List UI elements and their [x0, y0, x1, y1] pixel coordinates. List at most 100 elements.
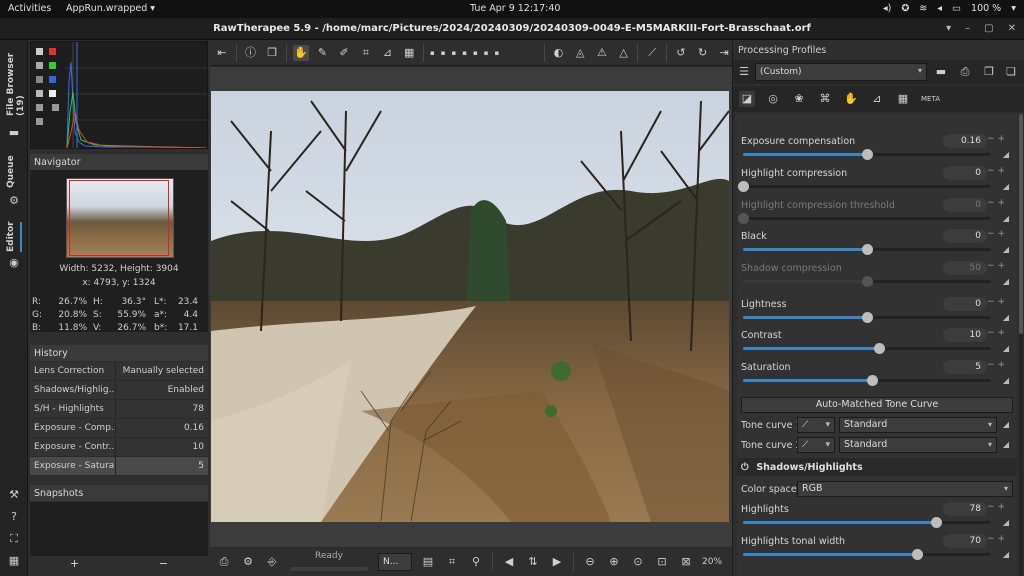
history-row-selected[interactable]: Exposure - Satura... 5: [30, 457, 208, 476]
tab-editor[interactable]: Editor: [6, 221, 22, 252]
histogram-scale-button[interactable]: [36, 104, 43, 111]
minimize-button[interactable]: –: [965, 23, 970, 34]
local-tab-icon[interactable]: ✋: [843, 91, 859, 107]
slider[interactable]: [743, 312, 991, 323]
color-management-icon[interactable]: ▤: [420, 554, 436, 570]
color-tab-icon[interactable]: ❀: [791, 91, 807, 107]
soft-proof-icon[interactable]: ⌗: [444, 554, 460, 570]
value-field[interactable]: 0: [943, 229, 987, 243]
advanced-tab-icon[interactable]: ⌘: [817, 91, 833, 107]
saturation-adjuster[interactable]: Saturation 5 −+ ◢: [741, 358, 1013, 388]
histogram-bar-button[interactable]: [49, 90, 56, 97]
color-picker-icon[interactable]: ▦: [7, 554, 21, 568]
history-header[interactable]: History: [30, 345, 208, 361]
highlights-tonal-width-adjuster[interactable]: Highlights tonal width 70 −+ ◢: [741, 532, 1013, 562]
histogram-green-button[interactable]: [49, 62, 56, 69]
value-field[interactable]: 10: [943, 328, 987, 342]
profile-select[interactable]: (Custom) ▾: [755, 63, 927, 81]
next-image-icon[interactable]: ▶: [549, 554, 565, 570]
slider[interactable]: [743, 343, 991, 354]
fullscreen-icon[interactable]: ⛶: [7, 532, 21, 546]
external-editor-icon[interactable]: ⎆: [264, 554, 280, 570]
send-to-queue-icon[interactable]: ⚙: [240, 554, 256, 570]
highlight-compression-adjuster[interactable]: Highlight compression 0 −+ ◢: [738, 164, 1013, 194]
previous-image-icon[interactable]: ◀: [501, 554, 517, 570]
image-preview-area[interactable]: [210, 67, 732, 547]
remove-snapshot-button[interactable]: −: [119, 556, 208, 574]
tab-file-browser[interactable]: File Browser (19): [6, 46, 26, 116]
shadows-highlights-header[interactable]: ⏻ Shadows/Highlights: [737, 458, 1017, 476]
slider[interactable]: [738, 181, 991, 192]
hand-tool-icon[interactable]: ✋: [292, 44, 309, 61]
zoom-fit-icon[interactable]: ⊡: [654, 554, 670, 570]
stepper[interactable]: −+: [987, 328, 1011, 338]
auto-matched-tone-curve-button[interactable]: Auto-Matched Tone Curve: [741, 397, 1013, 413]
navigator-header[interactable]: Navigator: [30, 154, 208, 170]
rotate-right-icon[interactable]: ↻: [695, 45, 711, 61]
tone-curve-2-type-select[interactable]: Standard ▾: [839, 437, 997, 453]
zoom-in-icon[interactable]: ⊕: [606, 554, 622, 570]
preferences-icon[interactable]: ⚒: [7, 488, 21, 502]
preview-mode-select[interactable]: N...: [378, 553, 412, 571]
reset-icon[interactable]: ◢: [1003, 344, 1009, 353]
clock[interactable]: Tue Apr 9 12:17:40: [470, 3, 560, 14]
color-picker-icon[interactable]: ✐: [336, 45, 352, 61]
black-adjuster[interactable]: Black 0 −+ ◢: [741, 227, 1013, 257]
lightness-adjuster[interactable]: Lightness 0 −+ ◢: [741, 295, 1013, 325]
reset-icon[interactable]: ◢: [1003, 182, 1009, 191]
save-image-icon[interactable]: ⎙: [216, 554, 232, 570]
power-icon[interactable]: ⏻: [741, 462, 753, 473]
contrast-adjuster[interactable]: Contrast 10 −+ ◢: [741, 326, 1013, 356]
hide-right-panel-icon[interactable]: ⇥: [716, 45, 732, 61]
value-field[interactable]: 70: [943, 534, 987, 548]
paste-profile-icon[interactable]: ❏: [1003, 64, 1019, 80]
color-space-select[interactable]: RGB ▾: [797, 481, 1013, 497]
highlight-clip-warning-icon[interactable]: △: [616, 45, 632, 61]
transform-tab-icon[interactable]: ⊿: [869, 91, 885, 107]
shadow-clip-warning-icon[interactable]: ⚠: [594, 45, 610, 61]
histogram-toggle-icon[interactable]: ⟋: [644, 45, 660, 61]
reset-icon[interactable]: ◢: [1003, 440, 1009, 449]
reset-icon[interactable]: ◢: [1003, 420, 1009, 429]
tool-scroll-area[interactable]: Exposure compensation 0.16 −+ ◢ Highligh…: [737, 114, 1017, 576]
snapshots-header[interactable]: Snapshots: [30, 485, 208, 501]
stepper[interactable]: −+: [987, 360, 1011, 370]
histogram-chroma-button[interactable]: [36, 76, 43, 83]
stepper[interactable]: −+: [987, 229, 1011, 239]
copy-profile-icon[interactable]: ❐: [981, 64, 997, 80]
rotate-left-icon[interactable]: ↺: [673, 45, 689, 61]
tone-curve-2-edit-button[interactable]: ⟋ ▾: [797, 437, 835, 453]
hide-left-panel-icon[interactable]: ⇤: [214, 45, 230, 61]
navigator-view-frame[interactable]: [69, 180, 169, 256]
maximize-button[interactable]: ▢: [984, 23, 993, 34]
histogram-type-button[interactable]: [51, 104, 59, 111]
stepper[interactable]: −+: [987, 134, 1011, 144]
histogram-option-button[interactable]: [36, 118, 43, 125]
add-snapshot-button[interactable]: +: [30, 556, 119, 574]
tone-curve-1-edit-button[interactable]: ⟋ ▾: [797, 417, 835, 433]
info-icon[interactable]: ⓘ: [243, 45, 259, 61]
focus-mask-icon[interactable]: ◐: [551, 45, 567, 61]
history-row[interactable]: Exposure - Comp... 0.16: [30, 419, 208, 438]
raw-tab-icon[interactable]: ▦: [895, 91, 911, 107]
slider[interactable]: [743, 375, 991, 386]
aperture-icon[interactable]: ◉: [7, 256, 21, 270]
slider[interactable]: [743, 149, 991, 160]
system-tray[interactable]: ◂) ✪ ≋ ◂ ▭ 100 % ▾: [883, 3, 1016, 14]
stepper[interactable]: −+: [987, 502, 1011, 512]
folder-icon[interactable]: ▬: [7, 126, 21, 140]
minimize-icon[interactable]: ▾: [946, 23, 951, 34]
histogram-mode-button[interactable]: [36, 90, 43, 97]
perspective-icon[interactable]: ▦: [401, 45, 417, 61]
value-field[interactable]: 0: [943, 166, 987, 180]
highlights-adjuster[interactable]: Highlights 78 −+ ◢: [741, 500, 1013, 530]
slider[interactable]: [743, 517, 991, 528]
zoom-100-icon[interactable]: ⊙: [630, 554, 646, 570]
zoom-fit-crop-icon[interactable]: ⊠: [678, 554, 694, 570]
tab-queue[interactable]: Queue: [6, 154, 22, 188]
histogram-blue-button[interactable]: [49, 76, 56, 83]
zoom-out-icon[interactable]: ⊖: [582, 554, 598, 570]
before-after-icon[interactable]: ❐: [264, 45, 280, 61]
exposure-tab-icon[interactable]: ◪: [739, 91, 755, 107]
snapshots-list[interactable]: [30, 502, 208, 556]
